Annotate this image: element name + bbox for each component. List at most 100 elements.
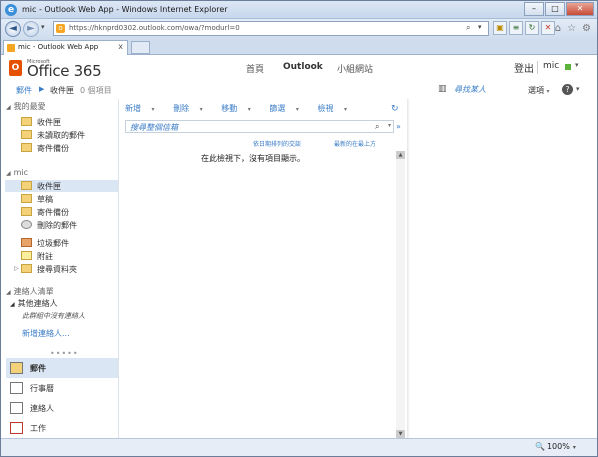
breadcrumb-mail-link[interactable]: 郵件 [16,85,32,96]
search-folder-icon [21,130,32,139]
folder-notes[interactable]: 附註 [10,250,118,262]
refresh-page-icon[interactable]: ↻ [525,21,539,35]
address-bar-row: ◄ ► ▾ o https://hknprd0302.outlook.com/o… [1,19,597,39]
compatibility-icon[interactable]: ≡ [509,21,523,35]
list-scrollbar[interactable]: ▲ ▼ [396,151,405,438]
tab-close-button[interactable]: x [118,42,123,51]
back-button[interactable]: ◄ [5,21,21,37]
folder-drafts[interactable]: 草稿 [10,193,118,205]
nav-tasks-label: 工作 [30,424,46,433]
maximize-button[interactable]: □ [545,2,565,16]
new-tab-button[interactable] [131,41,150,54]
search-icon[interactable]: ⌕ [375,122,379,132]
tools-gear-icon[interactable]: ⚙ [582,23,591,34]
folder-sent[interactable]: 寄件備份 [10,206,118,218]
zoom-level: 100% [546,442,570,451]
breadcrumb-current-folder: 收件匣 [50,86,74,95]
folder-label: 寄件備份 [37,208,69,217]
user-dropdown-icon[interactable]: ▾ [575,61,579,69]
expand-search-icon[interactable]: » [396,122,401,131]
sort-order-link[interactable]: 最新的在最上方 [334,139,376,148]
message-list-pane: 新增 ▾ 刪除 ▾ 移動 ▾ 篩選 ▾ 檢視 ▾ ↻ 搜尋整個信箱 ⌕ ▾ » … [118,99,407,444]
nav-team-site-link[interactable]: 小組網站 [337,62,373,75]
lock-icon[interactable]: ▣ [493,21,507,35]
scroll-up-arrow-icon[interactable]: ▲ [396,151,405,159]
mailbox-header[interactable]: ◢ mic [6,168,28,177]
nav-tasks[interactable]: 工作 [6,418,118,438]
address-book-icon[interactable]: ▥ [438,84,447,94]
dropdown-icon: ▾ [343,106,347,113]
expand-triangle-icon[interactable]: ▷ [14,265,19,272]
filter-button[interactable]: 篩選 ▾ [269,104,307,113]
search-placeholder: 搜尋整個信箱 [130,123,178,132]
contacts-header[interactable]: ◢ 連絡人清單 [6,286,54,297]
browser-tab[interactable]: mic - Outlook Web App x [3,40,128,55]
favorites-star-icon[interactable]: ☆ [567,23,576,34]
new-label: 新增 [125,104,141,113]
folder-label: 寄件備份 [37,144,69,153]
search-input[interactable]: 搜尋整個信箱 ⌕ ▾ [125,120,394,133]
zoom-control[interactable]: 🔍 100% ▾ [535,442,576,451]
contacts-empty-text: 此群組中沒有連絡人 [22,312,85,320]
contacts-group[interactable]: ◢ 其他連絡人 [10,298,58,309]
delete-button[interactable]: 刪除 ▾ [173,104,211,113]
minimize-button[interactable]: – [524,2,544,16]
dropdown-icon: ▾ [151,106,155,113]
tab-row: mic - Outlook Web App x [1,39,597,55]
folder-label: 草稿 [37,195,53,204]
view-button[interactable]: 檢視 ▾ [317,104,355,113]
folder-label: 垃圾郵件 [37,239,69,248]
help-dropdown-icon[interactable]: ▾ [576,85,580,93]
user-name[interactable]: mic [543,61,559,71]
inbox-folder-icon [21,181,32,190]
nav-outlook-link[interactable]: Outlook [283,62,323,72]
pane-resize-handle[interactable]: ••••• [50,349,79,358]
office-logo-icon: O [9,60,22,76]
favorite-inbox[interactable]: 收件匣 [10,116,118,128]
new-button[interactable]: 新增 ▾ [125,104,163,113]
help-icon[interactable]: ? [562,84,573,95]
address-search-icon[interactable]: ⌕ [466,23,470,33]
folder-junk[interactable]: 垃圾郵件 [10,237,118,249]
forward-button[interactable]: ► [23,21,39,37]
move-button[interactable]: 移動 ▾ [221,104,259,113]
site-favicon-icon: o [56,24,65,33]
address-dropdown-icon[interactable]: ▾ [478,23,482,31]
scroll-down-arrow-icon[interactable]: ▼ [396,430,405,438]
view-label: 檢視 [317,104,334,113]
history-dropdown-icon[interactable]: ▾ [41,23,45,31]
url-text[interactable]: https://hknprd0302.outlook.com/owa/?modu… [69,24,240,32]
find-someone-link[interactable]: 尋找某人 [454,84,486,95]
folder-label: 收件匣 [37,118,61,127]
favorite-sent[interactable]: 寄件備份 [10,142,118,154]
empty-list-message: 在此檢視下，沒有項目顯示。 [201,154,305,163]
search-folder-icon [21,264,32,273]
sign-out-link[interactable]: 登出 [514,60,534,75]
add-contact-link[interactable]: 新增連絡人... [22,328,70,339]
zoom-dropdown-icon: ▾ [572,444,576,451]
drafts-icon [21,194,32,203]
favorites-header[interactable]: ◢ 我的最愛 [6,101,46,112]
home-icon[interactable]: ⌂ [555,23,561,34]
favorite-unread[interactable]: 未讀取的郵件 [10,129,118,141]
search-dropdown-icon[interactable]: ▾ [388,122,391,129]
folder-deleted[interactable]: 刪除的郵件 [10,219,118,231]
folder-inbox[interactable]: 收件匣 [5,180,118,192]
arrange-by-link[interactable]: 依日期排列的交談 [253,139,301,148]
refresh-icon[interactable]: ↻ [391,104,399,114]
nav-home-link[interactable]: 首頁 [246,62,264,75]
nav-mail[interactable]: 郵件 [6,358,118,378]
tab-favicon-icon [7,44,15,52]
ie-logo-icon: e [5,4,17,16]
close-button[interactable]: ✕ [566,2,594,16]
dropdown-icon: ▾ [199,106,203,113]
item-count: 0 個項目 [80,86,112,95]
nav-calendar[interactable]: 行事曆 [6,378,118,398]
options-menu[interactable]: 選項 ▾ [528,85,550,96]
junk-mail-icon [21,238,32,247]
address-bar[interactable]: o https://hknprd0302.outlook.com/owa/?mo… [53,21,489,36]
mail-icon [10,362,23,374]
folder-search[interactable]: ▷ 搜尋資料夾 [10,263,118,275]
folder-icon [21,143,32,152]
nav-contacts[interactable]: 連絡人 [6,398,118,418]
